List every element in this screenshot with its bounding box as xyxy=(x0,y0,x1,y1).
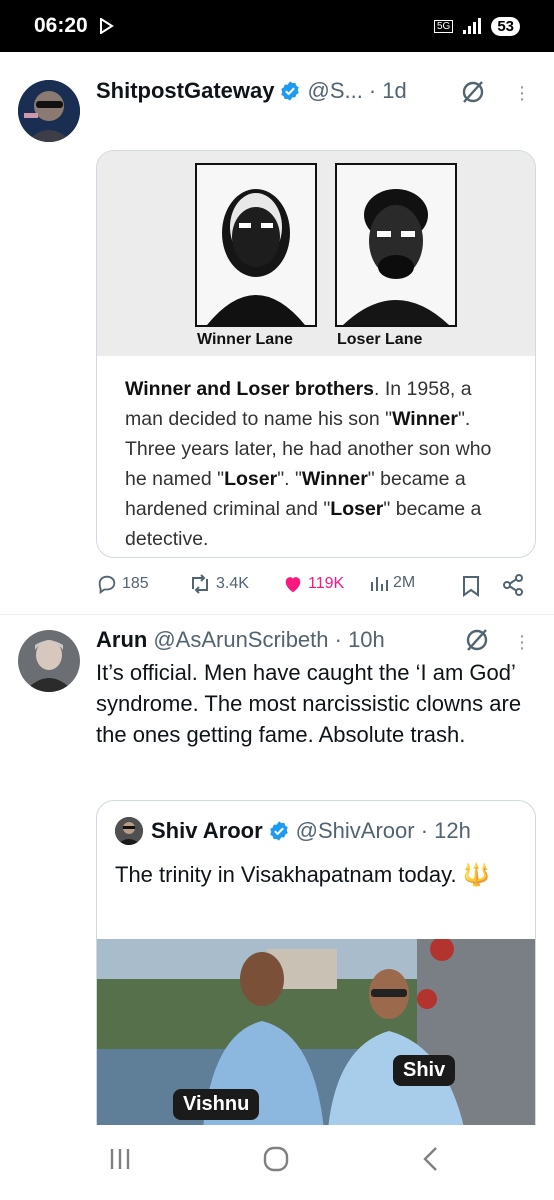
home-icon[interactable] xyxy=(262,1145,290,1173)
shiv-tag: Shiv xyxy=(393,1055,456,1086)
network-type: 5G xyxy=(433,19,454,33)
heart-filled-icon xyxy=(285,577,301,593)
quote-photo[interactable]: Vishnu Shiv xyxy=(97,939,535,1141)
caption-loser: Loser Lane xyxy=(337,331,423,348)
image-card[interactable]: Winner Lane Loser Lane Winner and Loser … xyxy=(96,150,536,558)
caption-winner: Winner Lane xyxy=(197,331,293,348)
quote-author-handle: @ShivAroor · 12h xyxy=(295,818,471,843)
recent-apps-icon[interactable] xyxy=(106,1145,134,1173)
tweet-1[interactable]: ShitpostGateway @S... · 1d · · · Winner … xyxy=(0,52,554,612)
views-button[interactable]: 2M xyxy=(369,573,415,593)
author-handle[interactable]: @S... xyxy=(307,78,362,104)
repost-icon xyxy=(192,574,208,594)
author-name[interactable]: Arun xyxy=(96,627,147,653)
status-bar: 06:20 5G 53 xyxy=(0,0,554,52)
battery-indicator: 53 xyxy=(491,16,520,36)
author-handle[interactable]: @AsArunScribeth · 10h xyxy=(153,627,384,653)
verified-badge-icon xyxy=(269,821,288,841)
quote-header: Shiv Aroor @ShivAroor · 12h xyxy=(115,817,471,845)
avatar[interactable] xyxy=(18,630,80,692)
avatar[interactable] xyxy=(18,80,80,142)
grok-icon[interactable] xyxy=(464,627,490,653)
android-nav-bar xyxy=(0,1125,554,1200)
quote-author-name: Shiv Aroor xyxy=(151,818,263,843)
vishnu-tag: Vishnu xyxy=(173,1089,260,1120)
reply-button[interactable]: 185 xyxy=(96,573,149,595)
quote-avatar xyxy=(115,817,143,845)
share-icon[interactable] xyxy=(502,574,524,596)
quoted-tweet[interactable]: Shiv Aroor @ShivAroor · 12h The trinity … xyxy=(96,800,536,1142)
repost-button[interactable]: 3.4K xyxy=(188,573,249,595)
tweet-header: ShitpostGateway @S... · 1d xyxy=(96,78,407,104)
tweet-text: It’s official. Men have caught the ‘I am… xyxy=(96,660,522,747)
more-options-icon[interactable]: · · · xyxy=(517,626,527,658)
more-options-icon[interactable]: · · · xyxy=(517,77,527,109)
tweet-header: Arun @AsArunScribeth · 10h xyxy=(96,627,385,653)
verified-badge-icon xyxy=(281,81,300,101)
grok-icon[interactable] xyxy=(460,79,486,105)
mugshot-winner xyxy=(195,163,317,327)
mugshot-image: Winner Lane Loser Lane xyxy=(97,151,535,356)
analytics-icon xyxy=(371,577,388,591)
play-store-icon xyxy=(99,18,114,34)
action-bar: 185 3.4K 119K 2M xyxy=(96,573,536,603)
back-icon[interactable] xyxy=(418,1145,446,1173)
reply-icon xyxy=(98,575,116,595)
post-time: · 1d xyxy=(368,78,407,103)
card-text: Winner and Loser brothers. In 1958, a ma… xyxy=(97,356,535,557)
like-button[interactable]: 119K xyxy=(282,573,344,595)
clock: 06:20 xyxy=(34,14,88,37)
author-name[interactable]: ShitpostGateway xyxy=(96,78,274,104)
bookmark-icon[interactable] xyxy=(462,575,480,597)
quote-text: The trinity in Visakhapatnam today. 🔱 xyxy=(115,862,491,887)
signal-icon xyxy=(463,18,482,34)
mugshot-loser xyxy=(335,163,457,327)
